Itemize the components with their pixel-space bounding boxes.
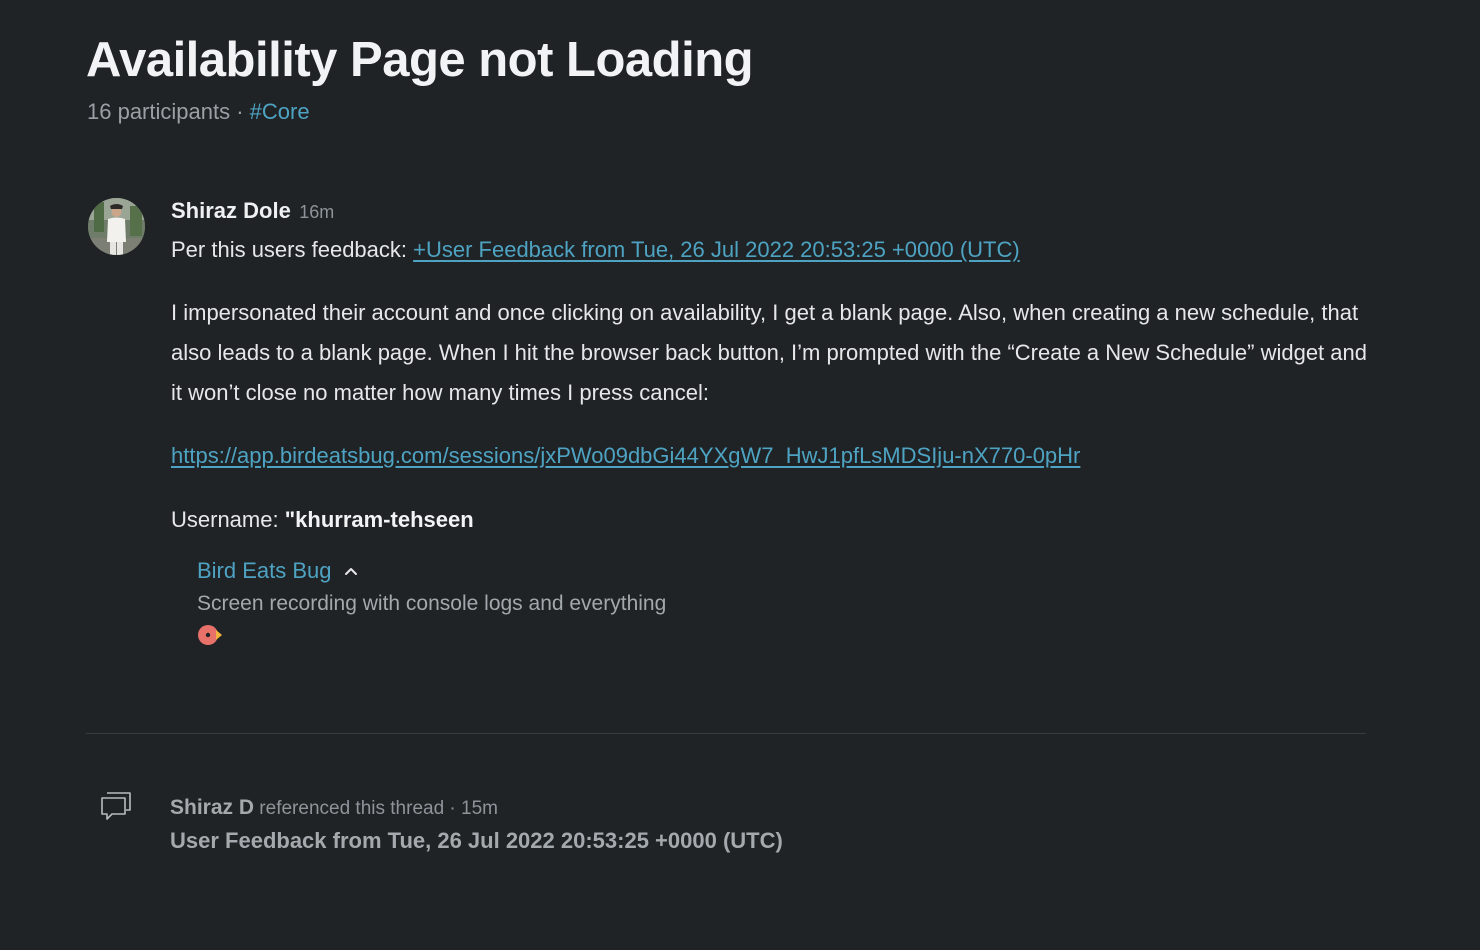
username-label: Username: [171, 507, 285, 532]
meta-separator: · [236, 99, 244, 124]
message-header: Shiraz Dole 16m [171, 198, 334, 224]
message-paragraph-1: Per this users feedback: +User Feedback … [171, 230, 1020, 270]
reference-action: referenced this thread · 15m [254, 798, 498, 819]
message-paragraph-2: I impersonated their account and once cl… [171, 300, 1367, 405]
divider [86, 733, 1366, 734]
paragraph-1-text: Per this users feedback: [171, 237, 414, 262]
thread-meta: 16 participants · #Core [87, 99, 310, 125]
user-avatar[interactable] [88, 198, 145, 255]
message-author[interactable]: Shiraz Dole [171, 198, 291, 223]
message-timestamp[interactable]: 16m [299, 202, 334, 222]
channel-link[interactable]: #Core [250, 99, 310, 124]
message-paragraph-3: https://app.birdeatsbug.com/sessions/jxP… [171, 436, 1080, 476]
username-value: "khurram-tehseen [284, 507, 474, 532]
unfurl-description: Screen recording with console logs and e… [197, 592, 667, 615]
unfurl-title[interactable]: Bird Eats Bug [197, 558, 332, 583]
reference-author[interactable]: Shiraz D [170, 796, 254, 819]
unfurl-header: Bird Eats Bug [197, 558, 897, 584]
participants-count[interactable]: 16 participants [87, 99, 230, 124]
chat-bubbles-icon [100, 790, 132, 827]
message-paragraph-4: Username: "khurram-tehseen [171, 500, 474, 540]
thread-page: Availability Page not Loading 16 partici… [0, 0, 1480, 950]
avatar-photo-icon [88, 198, 145, 255]
feedback-thread-link[interactable]: +User Feedback from Tue, 26 Jul 2022 20:… [413, 237, 1020, 262]
reference-title[interactable]: User Feedback from Tue, 26 Jul 2022 20:5… [170, 828, 783, 854]
reference-line: Shiraz D referenced this thread · 15m [170, 796, 498, 820]
bird-eats-bug-logo-icon [198, 625, 222, 645]
thread-title: Availability Page not Loading [86, 33, 754, 87]
chevron-up-icon[interactable] [344, 563, 358, 581]
link-unfurl: Bird Eats Bug Screen recording with cons… [197, 558, 897, 646]
session-url-link[interactable]: https://app.birdeatsbug.com/sessions/jxP… [171, 443, 1080, 468]
